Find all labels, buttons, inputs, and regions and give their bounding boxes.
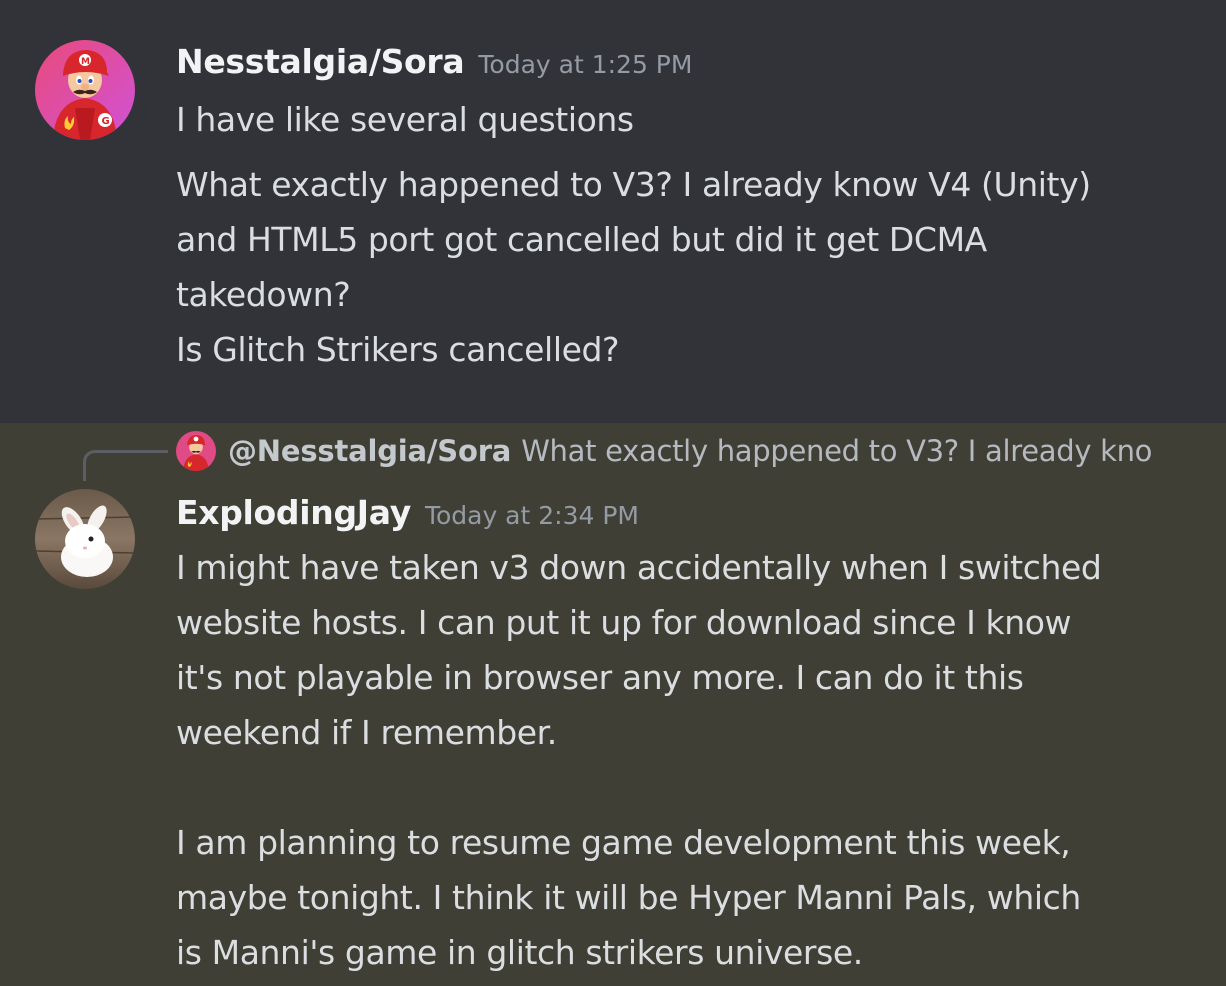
message-header: ExplodingJay Today at 2:34 PM <box>176 493 639 532</box>
timestamp[interactable]: Today at 2:34 PM <box>425 501 639 530</box>
message-paragraph: I have like several questions <box>176 100 634 139</box>
message-paragraph: What exactly happened to V3? I already k… <box>176 165 1091 369</box>
message-nesstalgia: G M Nesstalgia/Sora Today at 1:25 PM I h… <box>0 0 1226 423</box>
username[interactable]: Nesstalgia/Sora <box>176 42 465 81</box>
reply-preview-text[interactable]: What exactly happened to V3? I already k… <box>521 434 1152 468</box>
reply-spine-line <box>83 450 168 481</box>
message-content: I might have taken v3 down accidentally … <box>176 540 1206 980</box>
svg-text:G: G <box>102 116 110 127</box>
user-avatar-explodingjay[interactable] <box>35 489 135 589</box>
chat-log: G M Nesstalgia/Sora Today at 1:25 PM I h… <box>0 0 1226 986</box>
svg-text:M: M <box>81 57 90 67</box>
timestamp[interactable]: Today at 1:25 PM <box>478 50 692 79</box>
username[interactable]: ExplodingJay <box>176 493 411 532</box>
mario-avatar-icon <box>176 431 216 471</box>
message-explodingjay: @Nesstalgia/Sora What exactly happened t… <box>0 423 1226 986</box>
reply-reference[interactable]: @Nesstalgia/Sora What exactly happened t… <box>176 429 1152 473</box>
message-header: Nesstalgia/Sora Today at 1:25 PM <box>176 42 692 81</box>
user-avatar-nesstalgia[interactable]: G M <box>35 40 135 140</box>
message-content: I have like several questions What exact… <box>176 92 1206 377</box>
message-paragraph: I might have taken v3 down accidentally … <box>176 548 1102 972</box>
reply-username[interactable]: @Nesstalgia/Sora <box>228 434 511 468</box>
reply-avatar <box>176 431 216 471</box>
white-rabbit-avatar-icon <box>35 489 135 589</box>
mario-avatar-icon: G M <box>35 40 135 140</box>
